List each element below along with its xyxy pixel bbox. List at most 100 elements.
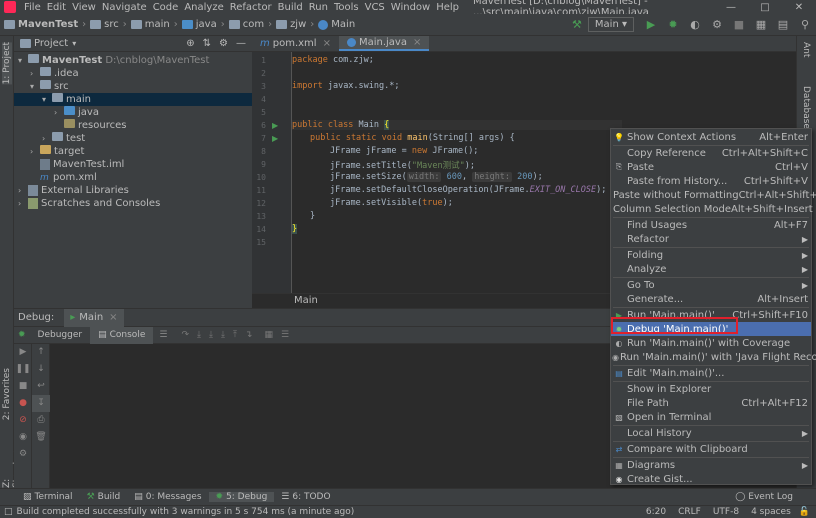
menu-file-path[interactable]: File Path Ctrl+Alt+F12	[611, 396, 811, 410]
crumb-main-class[interactable]: Main	[318, 19, 355, 30]
lock-icon[interactable]: 🔓	[799, 507, 810, 517]
close-tab-icon[interactable]: ×	[323, 36, 331, 52]
crumb-java[interactable]: java ›	[181, 19, 229, 30]
maximize-icon[interactable]: □	[748, 2, 782, 13]
stop-icon[interactable]: ■	[731, 17, 747, 33]
menu-generate[interactable]: Generate... Alt+Insert	[611, 292, 811, 306]
menu-run[interactable]: Run	[309, 2, 334, 13]
tree-item-target[interactable]: › target	[14, 145, 252, 158]
menu-vcs[interactable]: VCS	[365, 2, 391, 13]
debug-session-tab[interactable]: ▸ Main ×	[64, 308, 124, 327]
tree-item-src[interactable]: ▾ src	[14, 80, 252, 93]
tab-pom-xml[interactable]: m pom.xml ×	[252, 36, 339, 51]
crumb-zjw[interactable]: zjw ›	[276, 19, 318, 30]
menu-lines-icon[interactable]: ☰	[159, 330, 167, 340]
debug-tool-button[interactable]: ✹ 5: Debug	[208, 492, 275, 502]
database-tool-button[interactable]: Database	[801, 86, 811, 129]
mute-breakpoints-icon[interactable]: ⊘	[14, 412, 32, 429]
collapse-all-icon[interactable]: ⇅	[203, 38, 211, 49]
step-out-icon[interactable]: ⤒	[233, 330, 237, 340]
evaluate-icon[interactable]: ▦	[264, 330, 273, 340]
chevron-down-icon[interactable]: ▾	[72, 39, 76, 48]
locate-icon[interactable]: ⊕	[186, 38, 194, 49]
menu-view[interactable]: View	[72, 2, 102, 13]
menu-build[interactable]: Build	[278, 2, 309, 13]
menu-navigate[interactable]: Navigate	[102, 2, 153, 13]
step-into-icon[interactable]: ⤓	[209, 330, 213, 340]
menu-refactor[interactable]: Refactor ▶	[611, 232, 811, 246]
project-tool-button[interactable]: 1: Project	[2, 42, 12, 85]
build-tool-button[interactable]: ⚒ Build	[80, 492, 128, 502]
tree-item-scratches[interactable]: › Scratches and Consoles	[14, 197, 252, 210]
menu-paste-without-formatting[interactable]: Paste without FormattingCtrl+Alt+Shift+V	[611, 188, 816, 202]
editor-breadcrumb[interactable]: Main	[252, 293, 622, 308]
status-message[interactable]: Build completed successfully with 3 warn…	[17, 507, 646, 517]
menu-show-in-explorer[interactable]: Show in Explorer	[611, 382, 811, 396]
clear-icon[interactable]: 🗑	[32, 429, 50, 446]
scroll-to-end-icon[interactable]: ↧	[32, 395, 50, 412]
crumb-src[interactable]: src ›	[90, 19, 131, 30]
menu-diagrams[interactable]: ▦ Diagrams ▶	[611, 458, 811, 472]
file-encoding[interactable]: UTF-8	[713, 507, 739, 517]
editor-gutter[interactable]: 1 2 3 4 5 6 ▶ 7 ▶ 8 9 10 11 12 13 14 15	[252, 52, 292, 293]
menu-analyze[interactable]: Analyze	[184, 2, 229, 13]
hide-icon[interactable]: —	[236, 38, 246, 49]
menu-window[interactable]: Window	[391, 2, 436, 13]
run-icon[interactable]: ▶	[643, 17, 659, 33]
tree-item-external-libraries[interactable]: › External Libraries	[14, 184, 252, 197]
menu-file[interactable]: File	[24, 2, 47, 13]
ant-tool-button[interactable]: Ant	[801, 42, 811, 57]
soft-wrap-icon[interactable]: ↩	[32, 378, 50, 395]
show-execution-point-icon[interactable]: ↷	[181, 330, 189, 340]
menu-create-gist[interactable]: ◉ Create Gist...	[611, 472, 811, 486]
menu-analyze[interactable]: Analyze ▶	[611, 262, 811, 276]
code-editor[interactable]: package com.zjw; import javax.swing.*; p…	[292, 52, 622, 293]
menu-run-with-jfr[interactable]: ◉ Run 'Main.main()' with 'Java Flight Rec…	[611, 350, 816, 364]
trace-icon[interactable]: ☰	[281, 330, 289, 340]
favorites-tool-button[interactable]: 2: Favorites	[2, 368, 12, 420]
run-to-cursor-icon[interactable]: ↴	[245, 330, 253, 340]
menu-edit-config[interactable]: ▤ Edit 'Main.main()'...	[611, 366, 811, 380]
menu-open-in-terminal[interactable]: ▧ Open in Terminal	[611, 410, 811, 424]
terminal-tool-button[interactable]: ▧ Terminal	[16, 492, 80, 502]
menu-column-selection-mode[interactable]: Column Selection Mode Alt+Shift+Insert	[611, 202, 813, 216]
menu-run-with-coverage[interactable]: ◐ Run 'Main.main()' with Coverage	[611, 336, 811, 350]
menu-folding[interactable]: Folding ▶	[611, 248, 811, 262]
settings-icon[interactable]: ⚙	[14, 446, 32, 463]
layout-icon[interactable]: ▤	[775, 17, 791, 33]
up-icon[interactable]: ↑	[32, 344, 50, 361]
menu-local-history[interactable]: Local History ▶	[611, 426, 811, 440]
crumb-com[interactable]: com ›	[228, 19, 276, 30]
status-icon[interactable]: □	[4, 507, 13, 517]
tree-item-idea[interactable]: › .idea	[14, 67, 252, 80]
tree-item-java[interactable]: › java	[14, 106, 252, 119]
menu-help[interactable]: Help	[436, 2, 465, 13]
build-hammer-icon[interactable]: ⚒	[569, 17, 585, 33]
menu-copy-reference[interactable]: Copy Reference Ctrl+Alt+Shift+C	[611, 146, 811, 160]
print-icon[interactable]: ⎙	[32, 412, 50, 429]
stop-icon[interactable]: ■	[14, 378, 32, 395]
line-separator[interactable]: CRLF	[678, 507, 701, 517]
camera-icon[interactable]: ◉	[14, 429, 32, 446]
menu-go-to[interactable]: Go To ▶	[611, 278, 811, 292]
search-icon[interactable]: ⚲	[797, 17, 813, 33]
run-gutter-icon[interactable]: ▶	[272, 134, 278, 143]
force-step-into-icon[interactable]: ⤓	[221, 330, 225, 340]
tree-item-resources[interactable]: resources	[14, 119, 252, 132]
messages-tool-button[interactable]: ▤ 0: Messages	[127, 492, 208, 502]
tab-main-java[interactable]: Main.java ×	[338, 35, 430, 51]
down-icon[interactable]: ↓	[32, 361, 50, 378]
close-session-icon[interactable]: ×	[109, 312, 117, 323]
close-tab-icon[interactable]: ×	[413, 35, 421, 51]
project-structure-icon[interactable]: ▦	[753, 17, 769, 33]
gear-icon[interactable]: ⚙	[219, 38, 228, 49]
pause-icon[interactable]: ❚❚	[14, 361, 32, 378]
step-over-icon[interactable]: ⤓	[197, 330, 201, 340]
tree-item-main[interactable]: ▾ main	[14, 93, 252, 106]
minimize-icon[interactable]: —	[714, 2, 748, 13]
project-panel-title[interactable]: Project	[34, 38, 68, 49]
debug-icon[interactable]: ✹	[665, 17, 681, 33]
todo-tool-button[interactable]: ☰ 6: TODO	[274, 492, 337, 502]
menu-refactor[interactable]: Refactor	[230, 2, 278, 13]
menu-code[interactable]: Code	[153, 2, 185, 13]
